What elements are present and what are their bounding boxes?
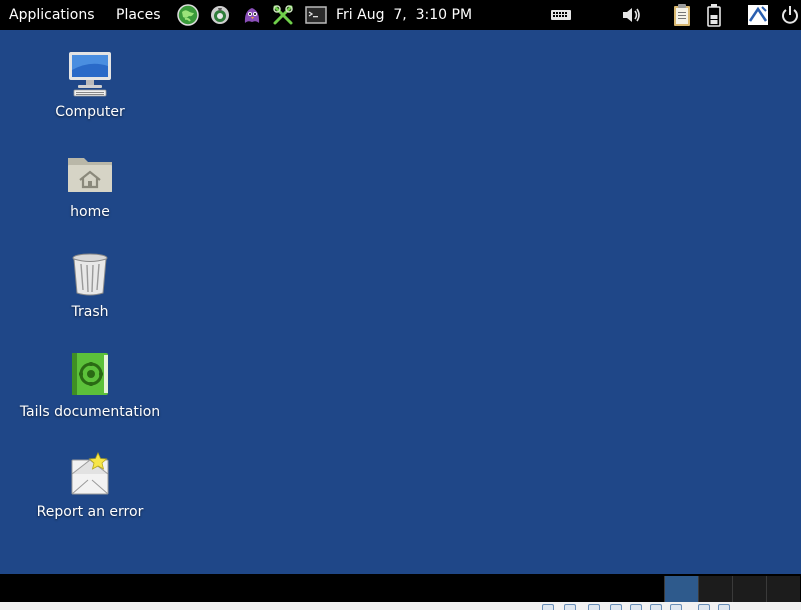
tor-browser-icon[interactable] bbox=[208, 0, 232, 30]
status-icon bbox=[610, 604, 622, 610]
desktop-icon-report-error[interactable]: Report an error bbox=[0, 450, 180, 520]
desktop-icon-label: Trash bbox=[71, 304, 109, 320]
status-icon bbox=[588, 604, 600, 610]
desktop-icon-computer[interactable]: Computer bbox=[0, 50, 180, 120]
terminal-icon[interactable] bbox=[304, 0, 328, 30]
workspace-4[interactable] bbox=[766, 576, 800, 602]
accessibility-icon[interactable] bbox=[746, 0, 770, 30]
book-icon bbox=[66, 350, 114, 398]
status-icon bbox=[542, 604, 554, 610]
desktop-icon-label: home bbox=[70, 204, 110, 220]
desktop-icon-label: Tails documentation bbox=[19, 404, 161, 420]
desktop-icon-tails-documentation[interactable]: Tails documentation bbox=[0, 350, 180, 420]
computer-icon bbox=[66, 50, 114, 98]
report-error-icon bbox=[66, 450, 114, 498]
status-icon bbox=[630, 604, 642, 610]
keyring-icon[interactable] bbox=[271, 0, 295, 30]
host-status-strip bbox=[0, 602, 801, 610]
workspace-1[interactable] bbox=[664, 576, 698, 602]
keyboard-icon[interactable] bbox=[549, 0, 573, 30]
desktop-icon-trash[interactable]: Trash bbox=[0, 250, 180, 320]
desktop-icon-home[interactable]: home bbox=[0, 150, 180, 220]
status-icon bbox=[718, 604, 730, 610]
desktop-icon-label: Report an error bbox=[36, 504, 144, 520]
clipboard-icon[interactable] bbox=[670, 0, 694, 30]
applications-menu[interactable]: Applications bbox=[9, 0, 95, 30]
trash-icon bbox=[66, 250, 114, 298]
volume-icon[interactable] bbox=[620, 0, 644, 30]
battery-icon[interactable] bbox=[702, 0, 726, 30]
places-menu[interactable]: Places bbox=[116, 0, 161, 30]
status-icon bbox=[650, 604, 662, 610]
clock[interactable]: Fri Aug 7, 3:10 PM bbox=[336, 0, 472, 30]
tor-globe-icon[interactable] bbox=[176, 0, 200, 30]
bottom-panel bbox=[0, 574, 801, 602]
desktop-icon-label: Computer bbox=[55, 104, 125, 120]
workspace-3[interactable] bbox=[732, 576, 766, 602]
status-icon bbox=[670, 604, 682, 610]
home-folder-icon bbox=[66, 150, 114, 198]
pidgin-icon[interactable] bbox=[240, 0, 264, 30]
status-icon bbox=[564, 604, 576, 610]
power-icon[interactable] bbox=[778, 0, 801, 30]
desktop[interactable]: Computer home Trash Tails documentation … bbox=[0, 30, 801, 574]
workspace-2[interactable] bbox=[698, 576, 732, 602]
top-panel: Applications Places Fri Aug 7, 3:10 PM bbox=[0, 0, 801, 30]
status-icon bbox=[698, 604, 710, 610]
